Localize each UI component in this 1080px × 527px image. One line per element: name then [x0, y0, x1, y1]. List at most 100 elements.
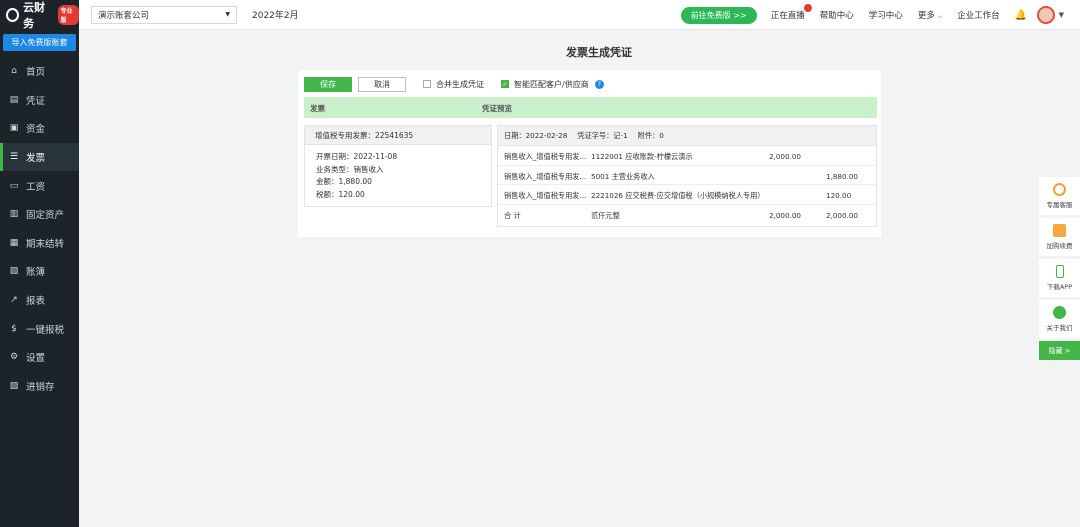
sidebar-item-label: 固定资产: [26, 210, 65, 222]
entry-debit: 2,000.00: [769, 152, 802, 161]
tax-icon: $: [11, 323, 17, 334]
entry-account: 5001 主营业务收入: [591, 171, 655, 181]
company-select[interactable]: 演示账套公司 ▼: [91, 5, 237, 24]
import-free-book-button[interactable]: 导入免费版账套: [3, 34, 76, 51]
sidebar-item-4[interactable]: ▭ 工资: [0, 171, 79, 200]
sidebar-item-label: 期末结转: [26, 238, 65, 250]
book-icon: ▧: [9, 266, 19, 277]
dock-customer-service[interactable]: 专属客服: [1039, 177, 1080, 215]
invoice-tax: 税额：120.00: [316, 189, 365, 199]
cancel-button[interactable]: 取消: [358, 76, 406, 92]
wechat-icon: [1053, 306, 1066, 319]
home-icon: ⌂: [11, 66, 17, 77]
enterprise-workbench-link[interactable]: 企业工作台: [957, 9, 1000, 21]
live-link[interactable]: 正在直播: [771, 4, 812, 21]
save-button[interactable]: 保存: [304, 76, 352, 92]
column-header: 发票 凭证预览: [304, 97, 877, 118]
sidebar-item-6[interactable]: ▦ 期末结转: [0, 229, 79, 258]
sidebar-item-10[interactable]: ⚙ 设置: [0, 343, 79, 372]
voucher-entry-row: 销售收入_增值税专用发... 2221026 应交税费-应交增值税（小规模纳税人专…: [498, 185, 876, 205]
help-icon[interactable]: ?: [594, 79, 604, 89]
invoice-icon: ☰: [9, 152, 19, 163]
dock-renew[interactable]: 加购续费: [1039, 218, 1080, 256]
voucher-attachments: 附件：0: [637, 130, 664, 140]
right-dock: 专属客服 加购续费 下载APP 关于我们 隐藏 >: [1039, 177, 1080, 360]
hide-dock-button[interactable]: 隐藏 >: [1039, 341, 1080, 360]
dock-download-app[interactable]: 下载APP: [1039, 259, 1080, 297]
total-credit: 2,000.00: [826, 210, 859, 220]
chevron-down-icon: ▼: [225, 11, 230, 18]
logo-text: 云财务: [23, 1, 46, 30]
entry-summary: 销售收入_增值税专用发...: [504, 152, 587, 161]
bell-icon[interactable]: 🔔: [1015, 10, 1027, 21]
sidebar-item-label: 报表: [26, 296, 46, 308]
main-content: 发票生成凭证 保存 取消 合并生成凭证 ✓ 智能匹配客户/供应商 ? 发票 凭证…: [79, 30, 1080, 527]
sidebar-nav: ⌂ 首页 ▤ 凭证 ▣ 资金 ☰ 发票 ▭ 工资 ▥ 固定资产 ▦ 期末结转 ▧ 账簿 ↗ 报表 $ 一键报税 ⚙ 设置 ▨…: [0, 57, 79, 400]
invoice-amount: 金额：1,880.00: [316, 177, 372, 186]
edition-badge: 专业版: [58, 5, 79, 25]
preview-column-label: 凭证预览: [482, 104, 512, 113]
invoice-business-type: 业务类型：销售收入: [316, 164, 384, 174]
merge-checkbox[interactable]: [423, 80, 431, 88]
sidebar-item-label: 资金: [26, 124, 46, 136]
toolbar: 保存 取消 合并生成凭证 ✓ 智能匹配客户/供应商 ?: [304, 76, 604, 92]
smart-match-label: 智能匹配客户/供应商: [514, 79, 589, 89]
sidebar-item-label: 凭证: [26, 95, 46, 107]
voucher-icon: ▤: [9, 94, 19, 105]
invoice-title: 增值税专用发票：22541635: [305, 126, 491, 145]
sidebar-item-1[interactable]: ▤ 凭证: [0, 86, 79, 115]
asset-icon: ▥: [9, 209, 19, 220]
sidebar-item-11[interactable]: ▨ 进销存: [0, 372, 79, 401]
accounting-period[interactable]: 2022年2月: [252, 8, 299, 21]
entry-account: 1122001 应收账款-柠檬云演示: [591, 152, 693, 161]
invoice-column-label: 发票: [310, 104, 325, 113]
shirt-icon: [1053, 224, 1066, 237]
gear-icon: ⚙: [9, 352, 19, 363]
smart-match-checkbox[interactable]: ✓: [501, 80, 509, 88]
sidebar-item-0[interactable]: ⌂ 首页: [0, 57, 79, 86]
sidebar-item-8[interactable]: ↗ 报表: [0, 286, 79, 315]
voucher-total-row: 合 计 贰仟元整 2,000.00 2,000.00: [498, 205, 876, 225]
sidebar-item-2[interactable]: ▣ 资金: [0, 114, 79, 143]
sidebar-item-label: 工资: [26, 181, 46, 193]
app-logo[interactable]: 云财务 专业版: [0, 0, 79, 30]
sidebar-item-label: 一键报税: [26, 324, 65, 336]
headset-icon: [1053, 183, 1066, 196]
page-title: 发票生成凭证: [566, 46, 632, 59]
entry-credit: 120.00: [826, 191, 852, 200]
sidebar-item-label: 进销存: [26, 381, 55, 393]
chart-icon: ↗: [10, 295, 18, 306]
fund-icon: ▣: [9, 123, 19, 134]
voucher-header: 日期：2022-02-28 凭证字号：记-1 附件：0: [498, 126, 876, 146]
sidebar-item-3[interactable]: ☰ 发票: [0, 142, 79, 172]
calendar-icon: ▦: [9, 237, 19, 248]
entry-summary: 销售收入_增值税专用发...: [504, 171, 587, 181]
voucher-number: 凭证字号：记-1: [577, 130, 628, 140]
sidebar-item-label: 设置: [26, 353, 46, 365]
sidebar-item-label: 账簿: [26, 267, 46, 279]
salary-icon: ▭: [9, 180, 19, 191]
chevron-down-icon: ⌵: [937, 13, 943, 20]
inventory-icon: ▨: [9, 380, 19, 391]
entry-summary: 销售收入_增值税专用发...: [504, 191, 587, 200]
logo-icon: [6, 8, 20, 22]
sidebar-item-5[interactable]: ▥ 固定资产: [0, 200, 79, 229]
entry-account: 2221026 应交税费-应交增值税（小规模纳税人专用）: [591, 191, 765, 200]
avatar[interactable]: [1036, 6, 1055, 24]
merge-label: 合并生成凭证: [436, 79, 484, 89]
chevron-down-icon[interactable]: ▼: [1059, 11, 1064, 19]
entry-credit: 1,880.00: [826, 171, 859, 181]
learning-center-link[interactable]: 学习中心: [869, 9, 903, 21]
more-menu[interactable]: 更多 ⌵: [918, 9, 942, 21]
company-name: 演示账套公司: [98, 10, 150, 21]
sidebar-item-label: 首页: [26, 67, 46, 79]
go-free-version-button[interactable]: 前往免费版 >>: [680, 6, 757, 24]
dock-about-us[interactable]: 关于我们: [1039, 300, 1080, 338]
invoice-panel[interactable]: 增值税专用发票：22541635 开票日期：2022-11-08 业务类型：销售…: [304, 125, 492, 207]
total-words: 贰仟元整: [591, 210, 620, 220]
help-center-link[interactable]: 帮助中心: [820, 9, 854, 21]
sidebar-item-9[interactable]: $ 一键报税: [0, 314, 79, 343]
voucher-entry-row: 销售收入_增值税专用发... 1122001 应收账款-柠檬云演示 2,000.00: [498, 146, 876, 166]
voucher-preview: 日期：2022-02-28 凭证字号：记-1 附件：0 销售收入_增值税专用发.…: [497, 125, 877, 227]
sidebar-item-7[interactable]: ▧ 账簿: [0, 257, 79, 286]
